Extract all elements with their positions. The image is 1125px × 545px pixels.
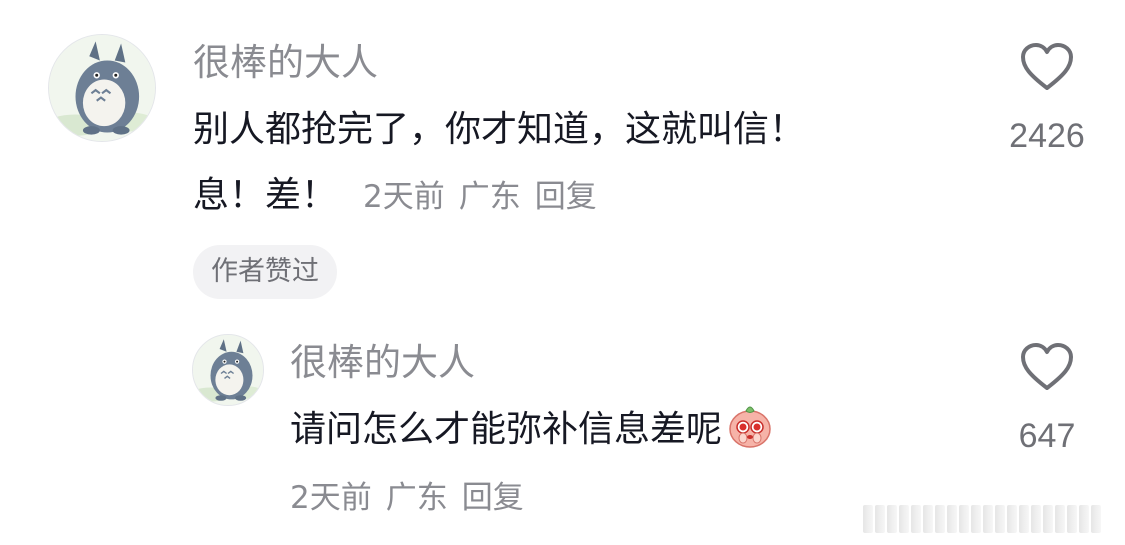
reply-location: 广东	[385, 480, 448, 516]
reply-button[interactable]: 回复	[462, 480, 524, 516]
author-liked-badge: 作者赞过	[193, 245, 337, 299]
totoro-avatar-image	[49, 35, 155, 141]
comment-text-line-2: 息！差！	[193, 175, 338, 216]
reply-button[interactable]: 回复	[535, 179, 597, 215]
reply-username[interactable]: 很棒的大人	[290, 340, 475, 386]
reply-meta: 2天前 广东 回复	[290, 478, 524, 518]
like-count: 2426	[1009, 117, 1085, 155]
faded-placeholder-strip	[863, 505, 1113, 533]
comment-text-line-1: 别人都抢完了，你才知道，这就叫信！	[193, 109, 806, 150]
comment-text-line-2-with-meta: 息！差！ 2天前 广东 回复	[193, 164, 597, 229]
reply-time: 2天前	[290, 480, 372, 516]
heart-outline-icon[interactable]	[1020, 42, 1074, 92]
reply-text: 请问怎么才能弥补信息差呢	[290, 409, 723, 450]
like-count: 647	[1018, 417, 1076, 455]
reply-text-line: 请问怎么才能弥补信息差呢	[290, 398, 774, 462]
comment-location: 广东	[458, 179, 521, 215]
avatar[interactable]	[192, 334, 264, 406]
heart-outline-icon[interactable]	[1020, 342, 1074, 392]
like-button[interactable]: 647	[987, 342, 1107, 458]
comment-meta: 2天前 广东 回复	[363, 179, 597, 215]
comment-time: 2天前	[363, 179, 445, 215]
totoro-avatar-image	[193, 335, 263, 405]
like-button[interactable]: 2426	[987, 42, 1107, 158]
comment-username[interactable]: 很棒的大人	[193, 40, 378, 86]
avatar[interactable]	[48, 34, 156, 142]
pleading-face-emoji	[726, 401, 774, 449]
